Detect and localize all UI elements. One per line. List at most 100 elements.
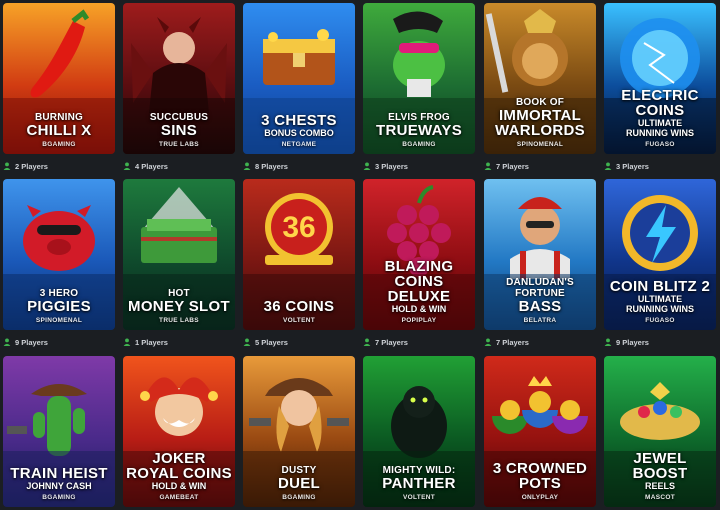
game-title-line: JOKER: [152, 450, 206, 467]
game-title-line: BASS: [518, 298, 562, 315]
players-count: 4 Players: [123, 158, 168, 174]
svg-text:36: 36: [282, 211, 315, 244]
game-provider: TRUE LABS: [159, 317, 199, 324]
game-title: BURNING CHILLI X BGAMING: [3, 112, 115, 148]
game-provider: POPIPLAY: [401, 317, 437, 324]
game-title-line: COINS: [635, 102, 685, 119]
game-card[interactable]: COIN BLITZ 2 ULTIMATE RUNNING WINS FUGASO: [604, 179, 716, 330]
game-title-line: TRAIN HEIST: [10, 465, 108, 482]
players-label: 3 Players: [616, 161, 649, 171]
user-icon: [363, 338, 371, 346]
game-title-line: ULTIMATE: [637, 118, 683, 128]
game-provider: VOLTENT: [403, 494, 435, 501]
game-title: 3 CROWNED POTS ONLYPLAY: [484, 461, 596, 501]
game-title-line: BONUS COMBO: [264, 128, 334, 138]
game-provider: TRUE LABS: [159, 141, 199, 148]
players-label: 3 Players: [375, 161, 408, 171]
game-provider: ONLYPLAY: [521, 494, 559, 501]
game-card[interactable]: DANLUDAN'S FORTUNE BASS BELATRA: [484, 179, 596, 330]
game-title: COIN BLITZ 2 ULTIMATE RUNNING WINS FUGASO: [604, 279, 716, 324]
players-count: 7 Players: [484, 334, 529, 350]
players-count: 2 Players: [3, 158, 48, 174]
game-title: JEWEL BOOST REELS MASCOT: [604, 451, 716, 501]
players-label: 7 Players: [496, 161, 529, 171]
game-provider: BGAMING: [42, 141, 76, 148]
game-title-line: RUNNING WINS: [626, 304, 694, 314]
user-icon: [604, 162, 612, 170]
game-title: 36 COINS VOLTENT: [243, 299, 355, 324]
players-count: 8 Players: [243, 158, 288, 174]
players-count: 3 Players: [604, 158, 649, 174]
game-title-line: 3 CROWNED: [492, 460, 588, 477]
game-card[interactable]: SUCCUBUS SINS TRUE LABS: [123, 3, 235, 154]
game-title-line: ROYAL COINS: [126, 465, 232, 482]
game-provider: SPINOMENAL: [516, 141, 564, 148]
game-card[interactable]: BLAZING COINS DELUXE HOLD & WIN POPIPLAY: [363, 179, 475, 330]
game-title-line: 3 CHESTS: [261, 112, 337, 129]
game-title-line: HOLD & WIN: [151, 481, 207, 491]
game-title-line: POTS: [518, 475, 562, 492]
game-card[interactable]: JEWEL BOOST REELS MASCOT: [604, 356, 716, 507]
players-label: 7 Players: [375, 337, 408, 347]
game-title-line: PANTHER: [382, 475, 456, 492]
user-icon: [243, 162, 251, 170]
game-card[interactable]: JOKER ROYAL COINS HOLD & WIN GAMEBEAT: [123, 356, 235, 507]
game-title: DUSTY DUEL BGAMING: [243, 465, 355, 501]
game-title: DANLUDAN'S FORTUNE BASS BELATRA: [484, 277, 596, 324]
players-label: 2 Players: [15, 161, 48, 171]
game-card[interactable]: 36 36 COINS VOLTENT: [243, 179, 355, 330]
game-title-line: BLAZING: [384, 258, 454, 275]
user-icon: [604, 338, 612, 346]
game-provider: VOLTENT: [283, 317, 315, 324]
user-icon: [3, 162, 11, 170]
game-title-line: DELUXE: [387, 288, 451, 305]
game-card[interactable]: BURNING CHILLI X BGAMING: [3, 3, 115, 154]
players-label: 9 Players: [616, 337, 649, 347]
game-title-line: ULTIMATE: [637, 294, 683, 304]
game-title-line: SINS: [160, 122, 198, 139]
game-title-line: DUEL: [277, 475, 321, 492]
players-count: 7 Players: [484, 158, 529, 174]
game-provider: GAMEBEAT: [159, 494, 199, 501]
game-card[interactable]: ELVIS FROG TRUEWAYS BGAMING: [363, 3, 475, 154]
game-title: HOT MONEY SLOT TRUE LABS: [123, 288, 235, 324]
players-label: 4 Players: [135, 161, 168, 171]
game-title-line: REELS: [644, 481, 675, 491]
players-count: 9 Players: [3, 334, 48, 350]
game-card[interactable]: TRAIN HEIST JOHNNY CASH BGAMING: [3, 356, 115, 507]
game-card[interactable]: ELECTRIC COINS ULTIMATE RUNNING WINS FUGASO: [604, 3, 716, 154]
user-icon: [484, 162, 492, 170]
game-card[interactable]: HOT MONEY SLOT TRUE LABS: [123, 179, 235, 330]
game-title-line: IMMORTAL: [498, 107, 582, 124]
game-provider: FUGASO: [645, 141, 675, 148]
game-card[interactable]: DUSTY DUEL BGAMING: [243, 356, 355, 507]
game-title-line: RUNNING WINS: [626, 128, 694, 138]
game-title-line: BOOST: [632, 465, 688, 482]
players-count: 3 Players: [363, 158, 408, 174]
game-card[interactable]: 3 HERO PIGGIES SPINOMENAL: [3, 179, 115, 330]
game-card[interactable]: BOOK OF IMMORTAL WARLORDS SPINOMENAL: [484, 3, 596, 154]
user-icon: [123, 338, 131, 346]
user-icon: [363, 162, 371, 170]
players-count: 7 Players: [363, 334, 408, 350]
game-title-line: CHILLI X: [26, 122, 92, 139]
game-title: MIGHTY WILD: PANTHER VOLTENT: [363, 465, 475, 501]
players-label: 5 Players: [255, 337, 288, 347]
players-count: 9 Players: [604, 334, 649, 350]
game-title: ELVIS FROG TRUEWAYS BGAMING: [363, 112, 475, 148]
game-card[interactable]: 3 CHESTS BONUS COMBO NETGAME: [243, 3, 355, 154]
players-label: 1 Players: [135, 337, 168, 347]
game-title: JOKER ROYAL COINS HOLD & WIN GAMEBEAT: [123, 451, 235, 501]
game-title-line: ELECTRIC: [621, 87, 699, 104]
game-title: ELECTRIC COINS ULTIMATE RUNNING WINS FUGASO: [604, 88, 716, 148]
game-provider: BGAMING: [402, 141, 436, 148]
game-card[interactable]: MIGHTY WILD: PANTHER VOLTENT: [363, 356, 475, 507]
players-count: 1 Players: [123, 334, 168, 350]
game-provider: BGAMING: [282, 494, 316, 501]
game-grid: BURNING CHILLI X BGAMING 2 Players SUCCUBUS…: [0, 0, 720, 510]
players-label: 7 Players: [496, 337, 529, 347]
game-card[interactable]: 3 CROWNED POTS ONLYPLAY: [484, 356, 596, 507]
game-title-line: DANLUDAN'S: [506, 277, 574, 288]
game-provider: SPINOMENAL: [35, 317, 83, 324]
players-label: 9 Players: [15, 337, 48, 347]
